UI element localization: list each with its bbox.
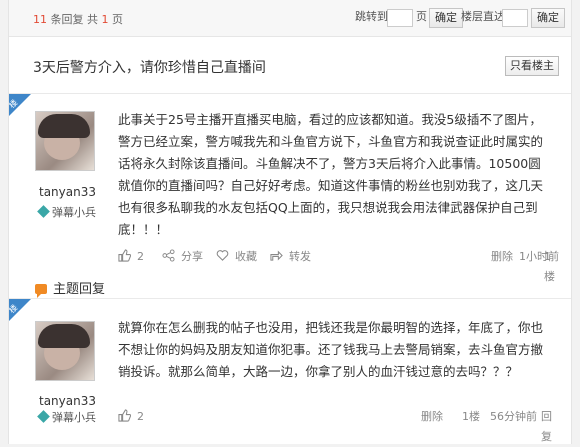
avatar[interactable] xyxy=(35,321,95,381)
floor-jump-input[interactable] xyxy=(502,9,528,27)
reply-count-label: 条回复 共 xyxy=(50,13,99,26)
forward-icon xyxy=(270,250,283,261)
user-rank: 弹幕小兵 xyxy=(37,204,96,220)
jump-confirm-button[interactable]: 确定 xyxy=(429,8,463,28)
page-total: 1 xyxy=(101,13,109,26)
host-badge: 楼主 xyxy=(7,94,31,118)
comment-icon xyxy=(35,284,47,298)
forward-button[interactable]: 转发 xyxy=(270,247,311,267)
thread-title: 3天后警方介入，请你珍惜自己直播间 xyxy=(33,60,266,76)
delete-link[interactable]: 删除 xyxy=(491,247,513,267)
topic-reply-link[interactable]: 主题回复 xyxy=(35,278,105,298)
share-button[interactable]: 分享 xyxy=(162,247,203,267)
floor-jump-label: 楼层直达 xyxy=(461,10,505,23)
avatar[interactable] xyxy=(35,111,95,171)
delete-link[interactable]: 删除 xyxy=(421,407,443,427)
post-time: 56分钟前 xyxy=(490,410,537,423)
share-icon xyxy=(162,249,175,262)
page-unit: 页 xyxy=(112,13,123,26)
post-2: 楼主 tanyan33 弹幕小兵 就算你在怎么删我的帖子也没用，把钱还我是你最明… xyxy=(7,299,571,444)
post-time: 1小时前 xyxy=(519,250,559,263)
heart-icon xyxy=(216,250,229,261)
user-rank: 弹幕小兵 xyxy=(37,409,96,425)
reply-link[interactable]: 回复 xyxy=(541,407,559,447)
post-content: 此事关于25号主播开直播买电脑，看过的应该都知道。我没5级插不了图片，警方已经立… xyxy=(118,112,544,237)
reply-count-info: 11 条回复 共 1 页 xyxy=(33,11,123,27)
pager-bar: 11 条回复 共 1 页 跳转到 页 确定 楼层直达 确定 xyxy=(9,0,571,37)
post-1: 楼主 tanyan33 弹幕小兵 此事关于25号主播开直播买电脑，看过的应该都知… xyxy=(7,94,571,283)
rank-gem-icon xyxy=(37,410,50,423)
jump-label: 跳转到 xyxy=(355,10,388,23)
collect-button[interactable]: 收藏 xyxy=(216,247,257,267)
only-host-button[interactable]: 只看楼主 xyxy=(505,56,559,76)
username[interactable]: tanyan33 xyxy=(39,394,96,408)
post-content: 就算你在怎么删我的帖子也没用，把钱还我是你最明智的选择，年底了，你也不想让你的妈… xyxy=(118,320,544,379)
floor-number: 1楼 xyxy=(462,410,480,423)
floor-confirm-button[interactable]: 确定 xyxy=(531,8,565,28)
jump-page-input[interactable] xyxy=(387,9,413,27)
thumbs-up-icon xyxy=(118,249,131,262)
post-actions: 2 分享 收藏 转发 删除 1楼 1小时前 xyxy=(118,247,559,283)
thumbs-up-icon xyxy=(118,409,131,422)
rank-gem-icon xyxy=(37,205,50,218)
like-button[interactable]: 2 xyxy=(118,407,144,427)
reply-count: 11 xyxy=(33,13,47,26)
thread-title-bar: 3天后警方介入，请你珍惜自己直播间 只看楼主 xyxy=(9,37,571,94)
host-badge: 楼主 xyxy=(7,299,31,323)
like-button[interactable]: 2 xyxy=(118,247,144,267)
post-actions: 2 删除 1楼 56分钟前 回复 xyxy=(118,407,559,443)
jump-unit: 页 xyxy=(416,10,427,23)
username[interactable]: tanyan33 xyxy=(39,185,96,199)
thread-page: 11 条回复 共 1 页 跳转到 页 确定 楼层直达 确定 3天后警方介入，请你… xyxy=(7,0,572,444)
